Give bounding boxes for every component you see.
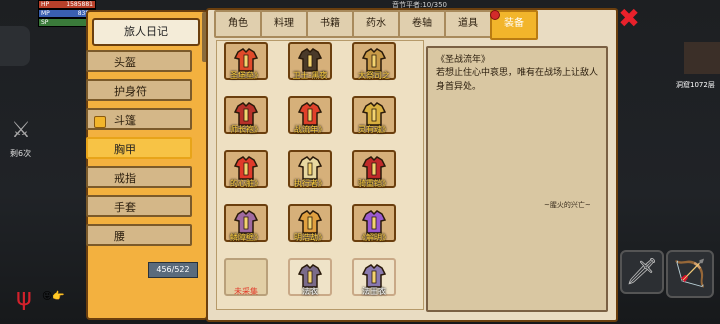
mp-label: MP: [41, 10, 50, 17]
sidebar-item-gloves[interactable]: 手套: [86, 195, 192, 217]
left-joystick[interactable]: [0, 26, 30, 66]
equipment-slot-label: 明浩劫》: [294, 233, 326, 242]
journal-title: 旅人日记: [92, 18, 200, 46]
equipment-slot-label: 战流年》: [294, 125, 326, 134]
sidebar-item-label: 胸甲: [114, 143, 136, 156]
equipment-slot-label: 法衣: [302, 287, 318, 296]
hp-bar: HP 1585881: [38, 0, 96, 9]
tab-items[interactable]: 道具: [444, 10, 492, 38]
tab-books[interactable]: 书籍: [306, 10, 354, 38]
sidebar-item-chest-armor[interactable]: 胸甲: [86, 137, 192, 159]
tab-character[interactable]: 角色: [214, 10, 262, 38]
equipment-slot-label: 大祭司之: [358, 71, 390, 80]
sidebar-item-label: 腰: [114, 230, 125, 243]
notification-dot-icon: [490, 10, 500, 20]
equipment-slot-label: 《解明》: [358, 233, 390, 242]
sp-label: SP: [41, 19, 49, 26]
equipment-slot-label: 执行者》: [294, 179, 326, 188]
equipment-slot-label: 灵有魂》: [358, 125, 390, 134]
item-title: 《圣战流年》: [436, 55, 491, 65]
tab-potions[interactable]: 药水: [352, 10, 400, 38]
sidebar-item-label: 头盔: [114, 56, 136, 69]
close-icon[interactable]: ✖: [616, 6, 642, 32]
sidebar-item-label: 护身符: [114, 85, 147, 98]
attack-sword-button[interactable]: 🗡: [620, 250, 664, 294]
sidebar-item-waist[interactable]: 腰: [86, 224, 192, 246]
equipment-slot-label: 未采集: [234, 287, 258, 296]
sidebar-item-ring[interactable]: 戒指: [86, 166, 192, 188]
equipment-slot-label: 骑重铠》: [358, 179, 390, 188]
hp-label: HP: [41, 1, 50, 8]
bow-button[interactable]: 🏹: [666, 250, 714, 298]
equipment-slot-label: 师长袍》: [230, 125, 262, 134]
sidebar-item-amulet[interactable]: 护身符: [86, 79, 192, 101]
hp-value: 1585881: [66, 1, 93, 8]
sidebar-item-label: 斗篷: [114, 114, 136, 127]
equipment-slot-label: 的心脏》: [230, 179, 262, 188]
tab-scrolls[interactable]: 卷轴: [398, 10, 446, 38]
sidebar-item-helmet[interactable]: 头盔: [86, 50, 192, 72]
equipment-slot-label: 法王衣: [362, 287, 386, 296]
item-quote: ~腥火的兴亡~: [544, 201, 591, 209]
kill-count: 剩6次: [10, 149, 32, 158]
sidebar-item-cloak[interactable]: 斗篷: [86, 108, 192, 130]
equipment-slot-label: 卫士-黑夜: [292, 71, 328, 80]
sidebar-item-label: 手套: [114, 201, 136, 214]
minimap[interactable]: [684, 42, 720, 74]
claw-logo-icon: ψ: [16, 283, 32, 311]
item-description: 若想止住心中哀思，唯有在战场上让敌人身首异处。: [436, 68, 599, 92]
collection-progress: 456/522: [148, 262, 198, 278]
new-badge-icon: [94, 116, 106, 128]
emoji-icon[interactable]: 😝👉: [42, 291, 65, 302]
crossed-swords-icon[interactable]: ⚔: [8, 118, 34, 144]
cave-floor-label: 洞窟1072层: [676, 81, 715, 89]
equipment-slot-label: 圣堡垒》: [230, 71, 262, 80]
equipment-slot-label: 鳞障壁》: [230, 233, 262, 242]
sidebar-item-label: 戒指: [114, 172, 136, 185]
tab-cooking[interactable]: 料理: [260, 10, 308, 38]
